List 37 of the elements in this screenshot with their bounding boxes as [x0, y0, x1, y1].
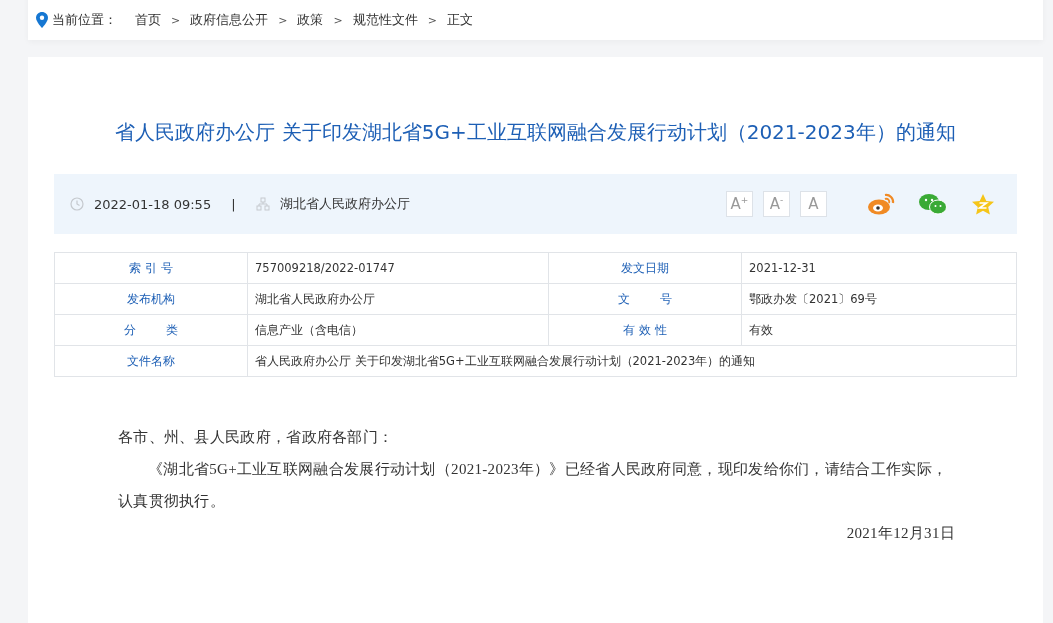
info-value-cell: 省人民政府办公厅 关于印发湖北省5G+工业互联网融合发展行动计划（2021-2023年）的通知 [247, 345, 1017, 377]
info-label-cell: 文 号 [548, 283, 742, 315]
wechat-icon[interactable] [919, 193, 947, 215]
breadcrumb-label: 当前位置： [52, 11, 117, 29]
publisher-name: 湖北省人民政府办公厅 [279, 195, 410, 213]
clock-icon [70, 197, 84, 211]
salutation: 各市、州、县人民政府，省政府各部门： [118, 428, 395, 447]
organization-icon [255, 197, 270, 211]
document-date: 2021年12月31日 [845, 524, 955, 543]
info-value-cell: 757009218/2022-01747 [247, 252, 549, 284]
publish-date: 2022-01-18 09:55 [94, 196, 212, 212]
breadcrumb-link[interactable]: 正文 [446, 11, 473, 29]
breadcrumb-separator: > [278, 13, 288, 27]
info-value-cell: 有效 [741, 314, 1017, 346]
star-icon[interactable] [971, 192, 995, 216]
info-label-cell: 有 效 性 [548, 314, 742, 346]
info-value-cell: 鄂政办发〔2021〕69号 [741, 283, 1017, 315]
breadcrumb-link[interactable]: 政策 [297, 11, 324, 29]
info-label-cell: 发布机构 [54, 283, 248, 315]
info-label-cell: 索 引 号 [54, 252, 248, 284]
breadcrumb-link[interactable]: 首页 [135, 11, 161, 29]
info-value-cell: 湖北省人民政府办公厅 [247, 283, 549, 315]
body-paragraph: 《湖北省5G+工业互联网融合发展行动计划（2021-2023年）》已经省人民政府同意，现印发给你们，请结合工作实际，认真贯彻执行。 [118, 460, 949, 511]
breadcrumb-link[interactable]: 规范性文件 [352, 11, 418, 29]
info-label-cell: 分 类 [54, 314, 248, 346]
meta-divider: | [231, 196, 236, 212]
article-title: 省人民政府办公厅 关于印发湖北省5G+工业互联网融合发展行动计划（2021-2023年）的通知 [114, 119, 957, 146]
location-pin-icon [36, 12, 48, 28]
breadcrumb-separator: > [171, 13, 181, 27]
breadcrumb-link[interactable]: 政府信息公开 [190, 11, 269, 29]
breadcrumb-separator: > [427, 13, 437, 27]
info-label-cell: 文件名称 [54, 345, 248, 377]
info-value-cell: 信息产业（含电信） [247, 314, 549, 346]
info-label-cell: 发文日期 [548, 252, 742, 284]
breadcrumb-separator: > [333, 13, 343, 27]
info-value-cell: 2021-12-31 [741, 252, 1017, 284]
weibo-icon[interactable] [867, 192, 895, 216]
